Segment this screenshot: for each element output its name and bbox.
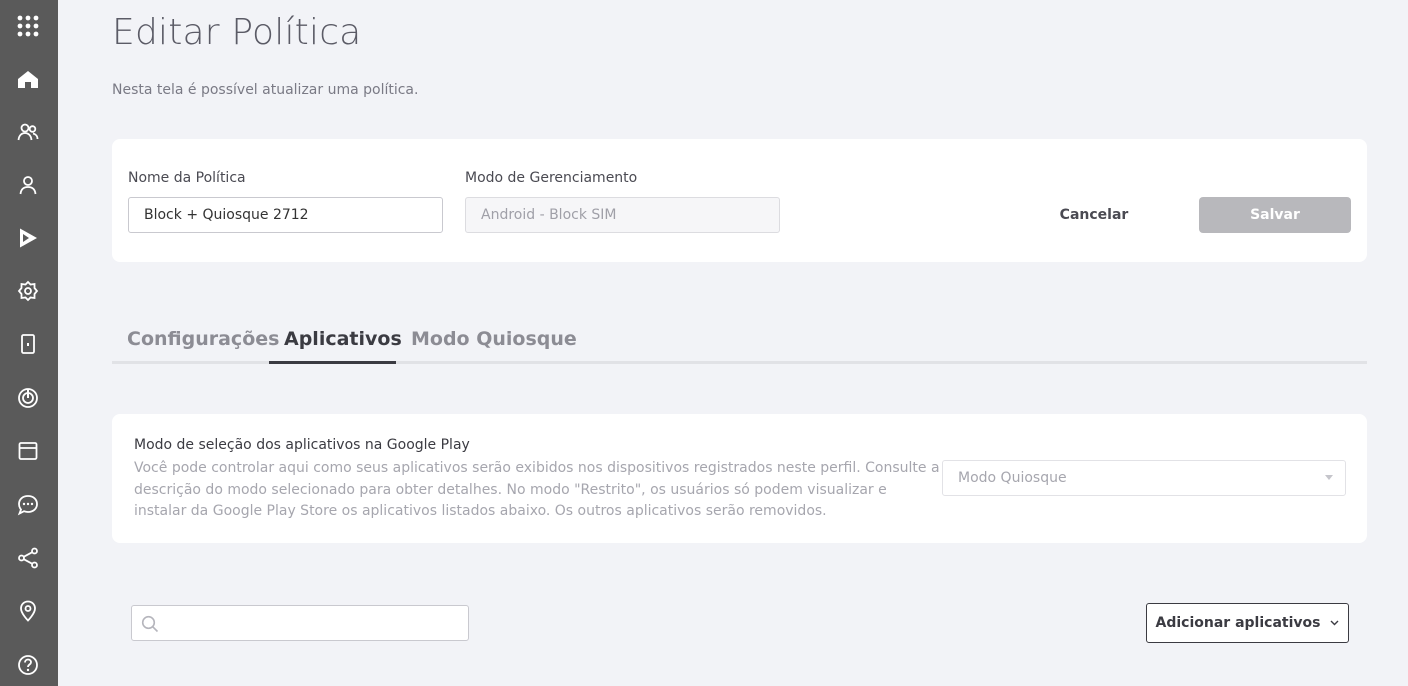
page-title: Editar Política — [112, 12, 362, 53]
save-button[interactable]: Salvar — [1199, 197, 1351, 233]
policy-card: Nome da Política Block + Quiosque 2712 M… — [112, 139, 1367, 262]
page-subtitle: Nesta tela é possível atualizar uma polí… — [112, 82, 419, 98]
chevron-down-icon — [1330, 620, 1339, 626]
chevron-down-icon — [1325, 475, 1333, 480]
location-icon[interactable] — [14, 597, 42, 625]
policy-name-label: Nome da Política — [128, 170, 246, 186]
target-icon[interactable] — [14, 384, 42, 412]
app-mode-select-value: Modo Quiosque — [958, 470, 1067, 486]
play-store-icon[interactable] — [14, 224, 42, 252]
dashboard-icon[interactable] — [14, 65, 42, 93]
cancel-button[interactable]: Cancelar — [1059, 198, 1129, 232]
management-mode-input: Android - Block SIM — [465, 197, 780, 233]
device-icon[interactable] — [14, 330, 42, 358]
management-mode-label: Modo de Gerenciamento — [465, 170, 638, 186]
chat-icon[interactable] — [14, 491, 42, 519]
add-apps-button[interactable]: Adicionar aplicativos — [1146, 603, 1349, 643]
policy-name-input[interactable]: Block + Quiosque 2712 — [128, 197, 443, 233]
apps-grid-icon[interactable] — [14, 12, 42, 40]
sidebar — [0, 0, 58, 686]
app-mode-select[interactable]: Modo Quiosque — [942, 460, 1346, 496]
settings-icon[interactable] — [14, 277, 42, 305]
calendar-icon[interactable] — [14, 437, 42, 465]
app-mode-description: Você pode controlar aqui como seus aplic… — [134, 460, 940, 519]
share-icon[interactable] — [14, 544, 42, 572]
search-icon — [141, 615, 159, 633]
user-icon[interactable] — [14, 171, 42, 199]
add-apps-label: Adicionar aplicativos — [1155, 615, 1321, 631]
active-tab-indicator — [269, 361, 396, 364]
tab-bar: Configurações Aplicativos Modo Quiosque — [112, 320, 1367, 364]
users-group-icon[interactable] — [14, 118, 42, 146]
app-mode-title: Modo de seleção dos aplicativos na Googl… — [134, 437, 470, 453]
app-search-input[interactable] — [131, 605, 469, 641]
tab-aplicativos[interactable]: Aplicativos — [284, 328, 402, 364]
main-content: Editar Política Nesta tela é possível at… — [58, 0, 1408, 686]
tab-configuracoes[interactable]: Configurações — [127, 328, 279, 364]
help-icon[interactable] — [14, 651, 42, 679]
tab-modo-quiosque[interactable]: Modo Quiosque — [411, 328, 577, 364]
app-mode-card: Modo de seleção dos aplicativos na Googl… — [112, 414, 1367, 543]
